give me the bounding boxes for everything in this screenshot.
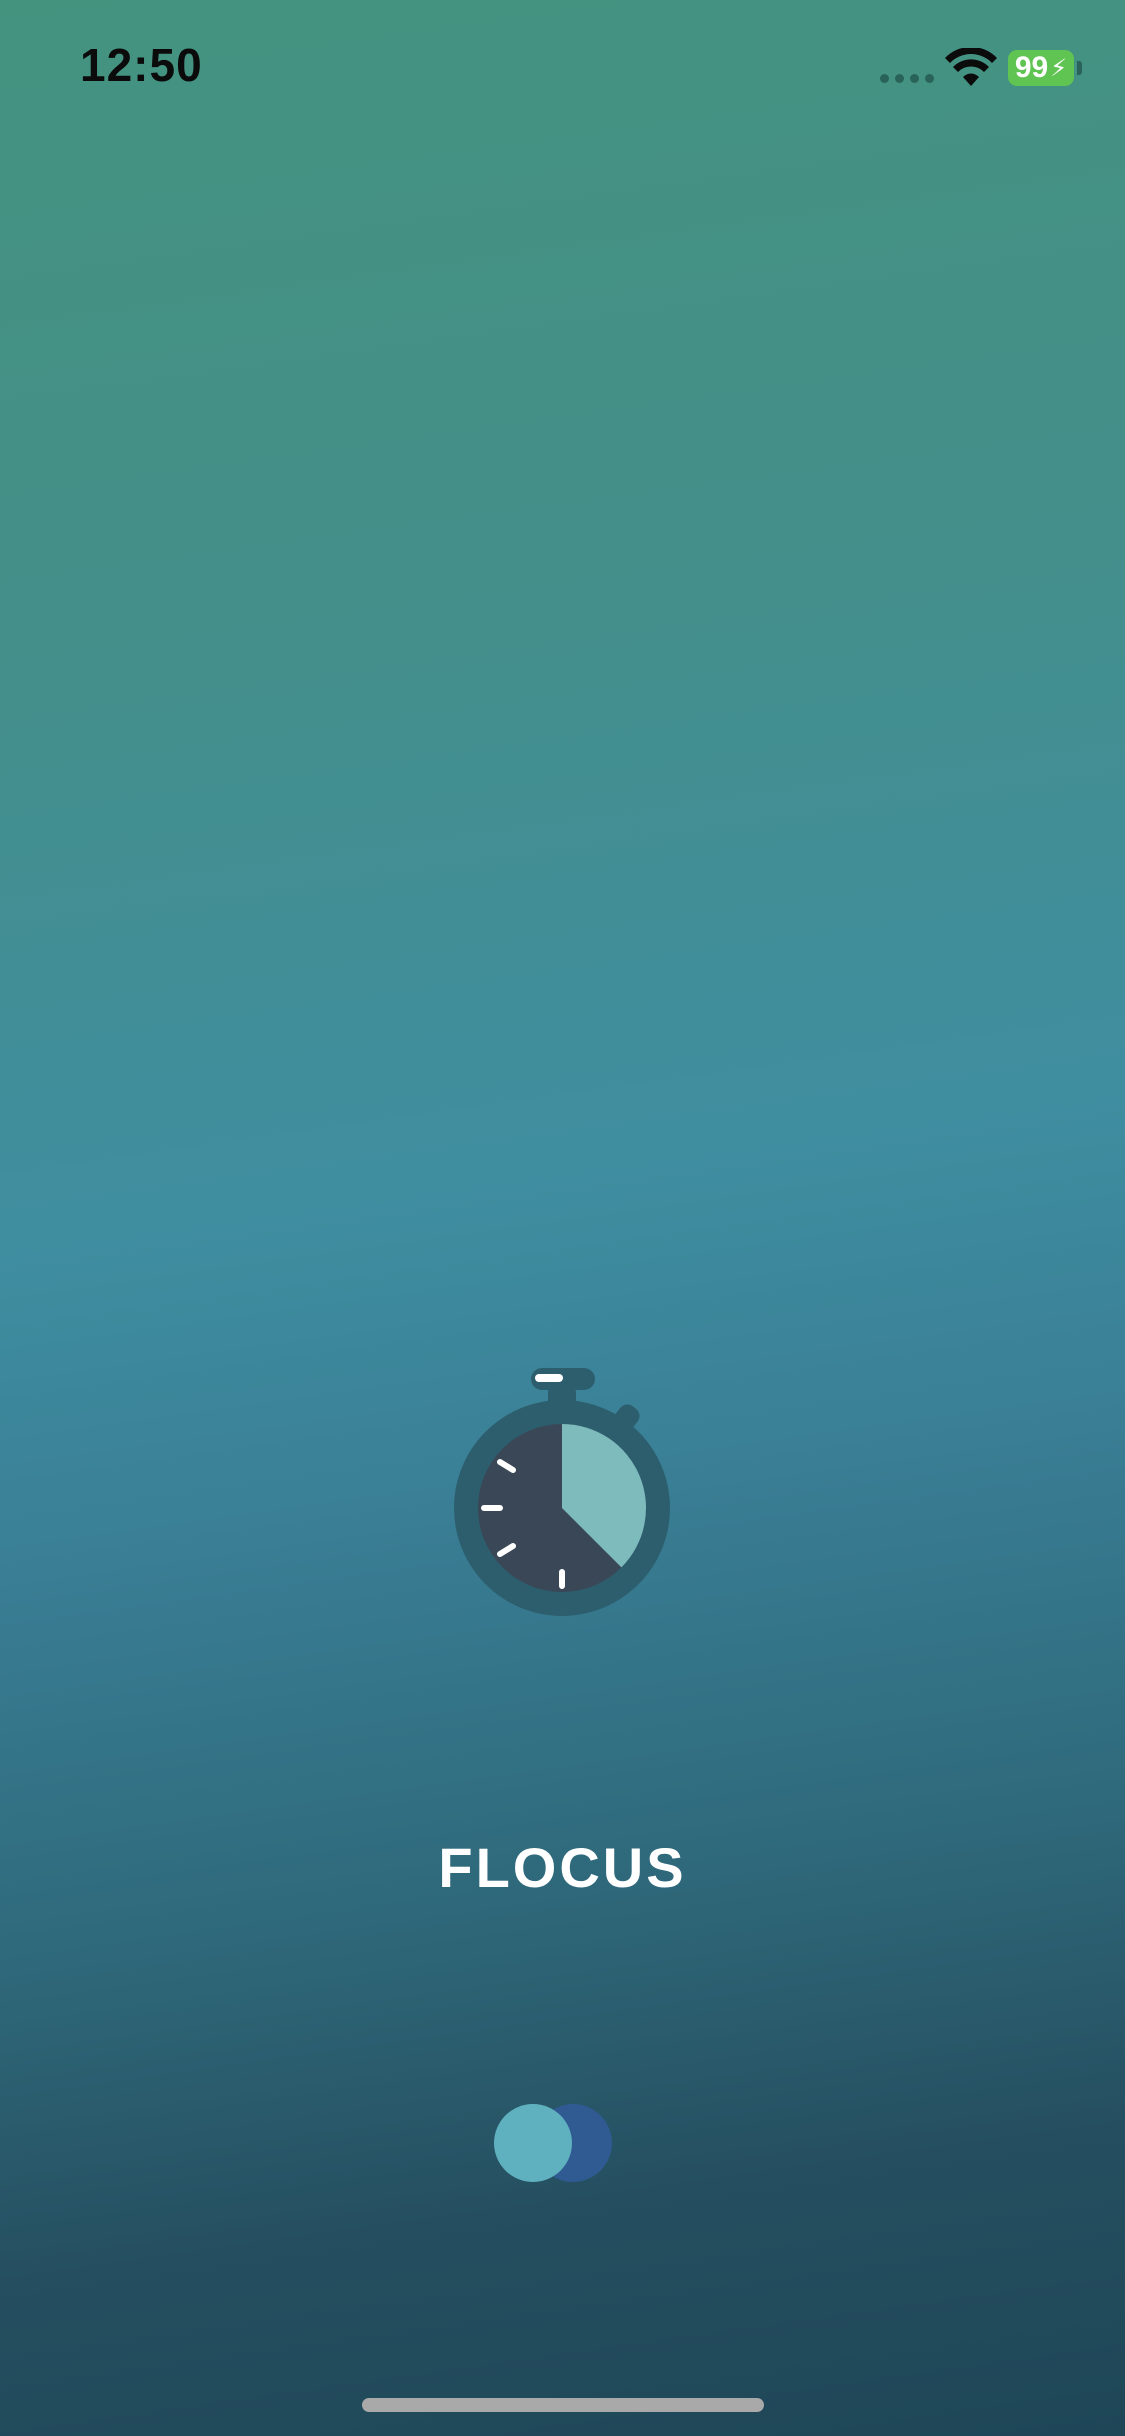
wifi-icon <box>945 48 997 86</box>
signal-dot <box>925 74 934 83</box>
stopwatch-button-highlight <box>535 1374 563 1382</box>
loading-dots-icon <box>490 2104 620 2184</box>
bolt-icon: ⚡ <box>1050 54 1068 82</box>
cellular-signal-icon <box>880 74 934 83</box>
app-name: FLOCUS <box>438 1836 687 1899</box>
signal-dot <box>895 74 904 83</box>
status-time: 12:50 <box>80 39 203 91</box>
battery-level: 99 <box>1014 51 1049 84</box>
signal-dot <box>910 74 919 83</box>
signal-dot <box>880 74 889 83</box>
loader-dot-front <box>494 2104 572 2182</box>
stopwatch-icon <box>454 1368 670 1616</box>
status-bar: 12:50 99 ⚡ <box>0 0 1125 140</box>
battery-indicator: 99 ⚡ <box>1008 50 1074 86</box>
battery-cap <box>1077 61 1082 75</box>
home-indicator[interactable] <box>362 2398 764 2412</box>
